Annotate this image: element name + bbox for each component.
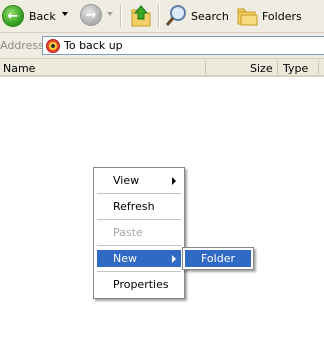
- menu-item-paste[interactable]: Paste: [97, 224, 181, 241]
- menu-item-label: Refresh: [113, 200, 155, 213]
- menu-item-properties[interactable]: Properties: [97, 276, 181, 293]
- back-history-dropdown-icon[interactable]: [62, 12, 68, 16]
- back-button[interactable]: ← Back: [2, 4, 56, 28]
- address-label: Address: [0, 39, 44, 52]
- menu-separator: [97, 271, 181, 272]
- search-button[interactable]: Search: [164, 4, 229, 28]
- menu-separator: [97, 245, 181, 246]
- menu-item-label: View: [113, 174, 140, 187]
- menu-item-label: Folder: [201, 252, 235, 265]
- menu-item-label: New: [113, 252, 137, 265]
- forward-history-dropdown-icon[interactable]: [107, 12, 113, 16]
- back-arrow-icon: ←: [2, 5, 24, 27]
- address-value: To back up: [64, 39, 123, 52]
- toolbar: ← Back → Search Folders: [0, 0, 324, 33]
- forward-arrow-icon[interactable]: →: [80, 4, 102, 26]
- submenu-item-folder[interactable]: Folder: [185, 250, 251, 267]
- menu-separator: [97, 219, 181, 220]
- search-label: Search: [191, 9, 229, 23]
- column-header-size[interactable]: Size: [250, 62, 273, 75]
- menu-item-refresh[interactable]: Refresh: [97, 198, 181, 215]
- up-folder-icon[interactable]: [128, 3, 154, 29]
- column-header-name[interactable]: Name: [3, 62, 35, 75]
- menu-item-view[interactable]: View: [97, 172, 181, 189]
- menu-item-label: Paste: [113, 226, 143, 239]
- toolbar-separator: [158, 5, 160, 27]
- column-divider[interactable]: [277, 61, 278, 74]
- folders-icon: [237, 8, 258, 26]
- column-header-type[interactable]: Type: [283, 62, 308, 75]
- toolbar-separator: [120, 5, 122, 27]
- submenu-arrow-icon: [172, 177, 176, 185]
- new-submenu: Folder: [182, 247, 254, 270]
- context-menu: View Refresh Paste New Properties: [93, 167, 185, 299]
- folders-button[interactable]: Folders: [236, 4, 302, 28]
- backup-folder-icon: [46, 38, 60, 53]
- folders-label: Folders: [262, 9, 302, 23]
- menu-item-new[interactable]: New: [97, 250, 181, 267]
- address-bar: Address To back up: [0, 33, 324, 59]
- column-divider[interactable]: [318, 61, 319, 74]
- submenu-arrow-icon: [172, 255, 176, 263]
- menu-item-label: Properties: [113, 278, 169, 291]
- menu-separator: [97, 193, 181, 194]
- column-divider[interactable]: [205, 61, 206, 74]
- address-field[interactable]: To back up: [42, 36, 324, 55]
- search-icon: [165, 5, 186, 26]
- back-label: Back: [29, 9, 56, 23]
- column-headers: Name Size Type: [0, 59, 324, 77]
